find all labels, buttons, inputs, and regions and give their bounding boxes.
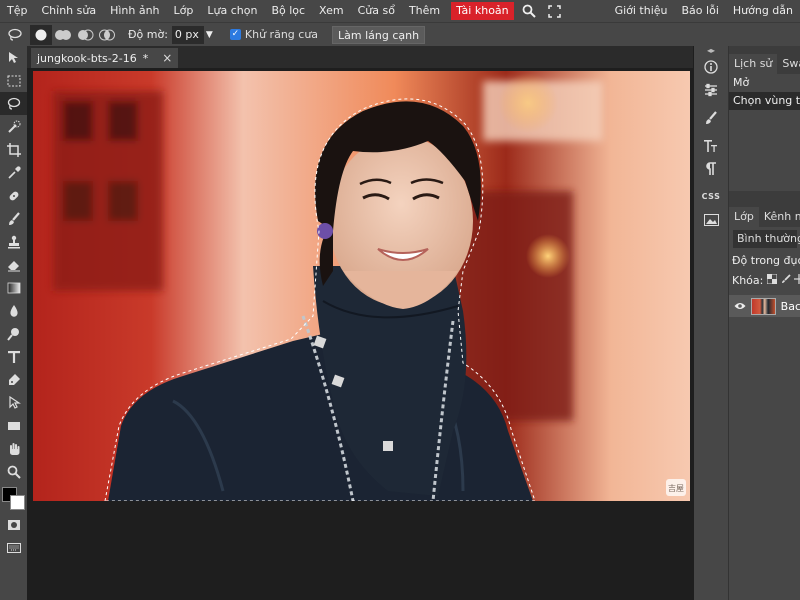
pen-tool-icon[interactable] <box>0 368 27 391</box>
blur-tool-icon[interactable] <box>0 299 27 322</box>
feather-dropdown-icon[interactable]: ▼ <box>206 30 218 40</box>
refine-edge-button[interactable]: Làm láng cạnh <box>332 25 426 44</box>
history-item[interactable]: Mở <box>729 74 800 92</box>
document-tab[interactable]: jungkook-bts-2-16 * × <box>31 48 179 68</box>
panel-icon-column: ◂▸ CSS <box>694 46 728 600</box>
check-icon: ✓ <box>229 29 241 40</box>
clone-stamp-tool-icon[interactable] <box>0 230 27 253</box>
menu-more[interactable]: Thêm <box>402 0 447 22</box>
layer-thumbnail <box>751 297 776 315</box>
fullscreen-icon[interactable] <box>544 0 566 22</box>
eraser-tool-icon[interactable] <box>0 253 27 276</box>
lock-label: Khóa: <box>732 274 764 287</box>
lasso-tool-icon[interactable] <box>0 92 27 115</box>
info-icon[interactable] <box>694 55 728 78</box>
lasso-tool-icon <box>0 23 30 47</box>
healing-brush-tool-icon[interactable] <box>0 184 27 207</box>
layer-name: Bac <box>780 299 800 313</box>
keyboard-icon[interactable] <box>0 536 27 559</box>
hand-tool-icon[interactable] <box>0 437 27 460</box>
quick-mask-icon[interactable] <box>0 513 27 536</box>
lock-row: Khóa: <box>729 271 800 291</box>
history-item[interactable]: Chọn vùng tự c <box>729 92 800 110</box>
opacity-row: Độ trong đục: <box>729 251 800 271</box>
search-icon[interactable] <box>518 0 540 22</box>
character-icon[interactable] <box>694 134 728 157</box>
lock-move-icon[interactable] <box>794 271 800 291</box>
type-tool-icon[interactable] <box>0 345 27 368</box>
history-panel-tabs: Lịch sử Swat <box>729 46 800 74</box>
path-selection-tool-icon[interactable] <box>0 391 27 414</box>
quick-selection-tool-icon[interactable] <box>0 115 27 138</box>
collapse-panels-icon[interactable]: ◂▸ <box>694 46 728 55</box>
menu-edit[interactable]: Chỉnh sửa <box>34 0 103 22</box>
eye-icon[interactable] <box>734 300 746 313</box>
document-area: jungkook-bts-2-16 * × 吉屋 <box>27 46 693 600</box>
image-canvas[interactable]: 吉屋 <box>33 71 690 501</box>
selection-intersect-icon[interactable] <box>96 25 118 45</box>
menu-layer[interactable]: Lớp <box>167 0 201 22</box>
menu-image[interactable]: Hình ảnh <box>103 0 166 22</box>
menu-bar: Tệp Chỉnh sửa Hình ảnh Lớp Lựa chọn Bộ l… <box>0 0 800 22</box>
menu-help[interactable]: Hướng dẫn <box>726 0 800 22</box>
layer-row[interactable]: Bac <box>729 295 800 317</box>
tab-layers[interactable]: Lớp <box>729 207 759 227</box>
move-tool-icon[interactable] <box>0 46 27 69</box>
menu-view[interactable]: Xem <box>312 0 351 22</box>
selection-add-icon[interactable] <box>52 25 74 45</box>
selection-subtract-icon[interactable] <box>74 25 96 45</box>
tools-panel <box>0 46 27 600</box>
selection-new-icon[interactable] <box>30 24 52 45</box>
menu-about[interactable]: Giới thiệu <box>608 0 675 22</box>
antialias-label: Khử răng cưa <box>244 28 319 41</box>
panel-divider <box>729 191 800 199</box>
menu-report-bug[interactable]: Báo lỗi <box>675 0 726 22</box>
watermark-logo: 吉屋 <box>666 479 686 496</box>
marquee-tool-icon[interactable] <box>0 69 27 92</box>
tab-swatches[interactable]: Swat <box>777 54 800 74</box>
menu-select[interactable]: Lựa chọn <box>200 0 264 22</box>
layers-panel: Lớp Kênh m Bình thường Độ trong đục: Khó… <box>729 199 800 317</box>
close-tab-icon[interactable]: × <box>162 51 172 65</box>
blend-mode-select[interactable]: Bình thường <box>733 230 800 248</box>
antialias-checkbox[interactable]: ✓ Khử răng cưa <box>229 28 319 41</box>
background-color-swatch[interactable] <box>10 495 25 510</box>
right-panels: Lịch sử Swat Mở Chọn vùng tự c Lớp Kênh … <box>728 46 800 600</box>
feather-label: Độ mờ: <box>128 28 168 41</box>
crop-tool-icon[interactable] <box>0 138 27 161</box>
css-icon[interactable]: CSS <box>694 185 728 208</box>
adjustments-icon[interactable] <box>694 78 728 101</box>
menu-window[interactable]: Cửa sổ <box>351 0 402 22</box>
account-button[interactable]: Tài khoản <box>451 2 514 20</box>
document-modified-indicator: * <box>142 51 149 65</box>
menu-file[interactable]: Tệp <box>0 0 34 22</box>
menu-filter[interactable]: Bộ lọc <box>264 0 312 22</box>
lock-paint-icon[interactable] <box>781 271 792 291</box>
brush-settings-icon[interactable] <box>694 106 728 129</box>
zoom-tool-icon[interactable] <box>0 460 27 483</box>
lock-transparency-icon[interactable] <box>766 271 778 291</box>
dodge-tool-icon[interactable] <box>0 322 27 345</box>
color-swatches[interactable] <box>0 483 27 513</box>
tab-channels[interactable]: Kênh m <box>759 207 800 227</box>
rectangle-tool-icon[interactable] <box>0 414 27 437</box>
gradient-tool-icon[interactable] <box>0 276 27 299</box>
paragraph-icon[interactable] <box>694 157 728 180</box>
brush-tool-icon[interactable] <box>0 207 27 230</box>
eyedropper-tool-icon[interactable] <box>0 161 27 184</box>
tab-history[interactable]: Lịch sử <box>729 54 778 74</box>
document-tab-bar: jungkook-bts-2-16 * × <box>27 46 693 68</box>
document-tab-title: jungkook-bts-2-16 <box>37 51 137 65</box>
layers-panel-tabs: Lớp Kênh m <box>729 199 800 227</box>
image-icon[interactable] <box>694 208 728 231</box>
feather-input[interactable] <box>171 25 204 44</box>
svg-text:吉屋: 吉屋 <box>668 484 684 493</box>
opacity-label: Độ trong đục: <box>732 254 800 267</box>
options-bar: Độ mờ: ▼ ✓ Khử răng cưa Làm láng cạnh <box>0 22 800 46</box>
